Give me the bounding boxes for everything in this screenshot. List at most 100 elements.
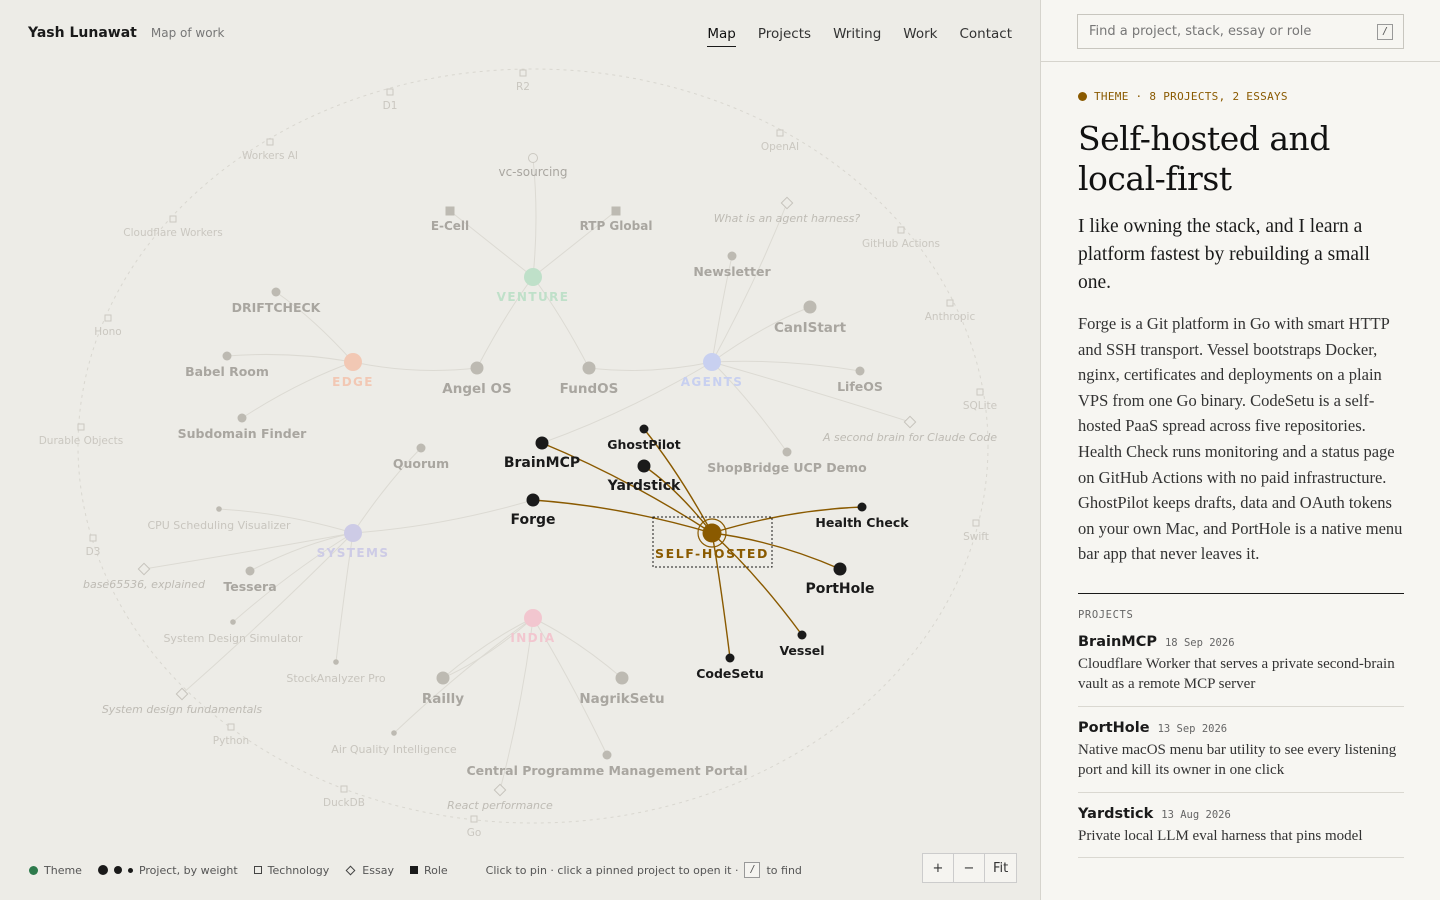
work-graph[interactable]: R2 D1 OpenAI Workers AI GitHub Actions Cloudf… (0, 0, 1040, 900)
project-node[interactable] (333, 659, 339, 665)
project-node[interactable] (416, 443, 426, 453)
project-node[interactable] (391, 730, 397, 736)
theme-node[interactable] (524, 609, 542, 627)
map-legend: Theme Project, by weight Technology Essa… (29, 862, 802, 878)
project-node[interactable] (237, 413, 247, 423)
technology-node[interactable] (776, 129, 784, 137)
zoom-in-button[interactable]: + (923, 854, 954, 882)
essay-node[interactable] (903, 415, 917, 429)
project-node[interactable] (222, 351, 232, 361)
project-label-active: Forge (510, 512, 555, 528)
technology-label: Anthropic (925, 311, 976, 323)
project-node-active[interactable] (833, 562, 847, 576)
project-node[interactable] (230, 619, 236, 625)
graph-edge (442, 617, 534, 679)
technology-node[interactable] (519, 69, 527, 77)
project-node-active[interactable] (535, 436, 549, 450)
theme-node[interactable] (703, 353, 721, 371)
technology-label: R2 (516, 81, 530, 93)
technology-label: D3 (86, 546, 101, 558)
project-node[interactable] (782, 447, 792, 457)
project-node[interactable] (436, 671, 450, 685)
detail-sidebar: / THEME · 8 PROJECTS, 2 ESSAYS Self-host… (1040, 0, 1440, 900)
technology-node[interactable] (340, 785, 348, 793)
theme-label: AGENTS (681, 375, 744, 389)
project-node[interactable] (727, 251, 737, 261)
theme-node-selfhosted[interactable] (702, 523, 722, 543)
essay-label: base65536, explained (83, 578, 206, 591)
project-node-active[interactable] (526, 493, 540, 507)
project-date: 13 Aug 2026 (1161, 808, 1231, 821)
theme-node[interactable] (344, 524, 362, 542)
technology-node[interactable] (972, 519, 980, 527)
zoom-controls: + − Fit (922, 853, 1018, 883)
role-node[interactable] (611, 206, 621, 216)
project-name[interactable]: PortHole (1078, 720, 1150, 736)
project-node[interactable] (602, 750, 612, 760)
technology-node[interactable] (77, 423, 85, 431)
essay-node[interactable] (780, 196, 794, 210)
project-node-active[interactable] (797, 630, 807, 640)
theme-label: VENTURE (497, 290, 570, 304)
project-node[interactable] (615, 671, 629, 685)
project-name[interactable]: BrainMCP (1078, 634, 1157, 650)
project-label: Subdomain Finder (178, 426, 308, 441)
essay-node[interactable] (528, 153, 538, 163)
technology-node[interactable] (946, 299, 954, 307)
technology-node[interactable] (976, 388, 984, 396)
theme-dot-icon (1078, 92, 1087, 101)
theme-description: Forge is a Git platform in Go with smart… (1078, 314, 1403, 564)
theme-node[interactable] (524, 268, 542, 286)
project-node[interactable] (803, 300, 817, 314)
project-label: Railly (422, 691, 464, 707)
brand-name[interactable]: Yash Lunawat (28, 25, 137, 41)
essay-node[interactable] (493, 783, 507, 797)
project-list-item[interactable]: Yardstick 13 Aug 2026 Private local LLM … (1078, 793, 1404, 859)
nav-contact[interactable]: Contact (959, 26, 1012, 47)
project-node[interactable] (216, 506, 222, 512)
technology-node[interactable] (89, 534, 97, 542)
project-list-item[interactable]: PortHole 13 Sep 2026 Native macOS menu b… (1078, 707, 1404, 793)
project-node[interactable] (271, 287, 281, 297)
legend-theme: Theme (29, 864, 82, 877)
projects-heading: PROJECTS (1078, 608, 1134, 621)
project-node-active[interactable] (637, 459, 651, 473)
technology-label: DuckDB (323, 797, 365, 809)
nav-writing[interactable]: Writing (833, 26, 881, 47)
role-node[interactable] (445, 206, 455, 216)
project-node[interactable] (470, 361, 484, 375)
technology-node[interactable] (470, 815, 478, 823)
role-label: E-Cell (431, 219, 469, 233)
zoom-out-button[interactable]: − (954, 854, 985, 882)
nav-map[interactable]: Map (707, 26, 736, 47)
project-label-active: CodeSetu (696, 666, 764, 681)
project-name[interactable]: Yardstick (1078, 806, 1153, 822)
project-label: Angel OS (442, 381, 511, 397)
graph-edge (532, 617, 623, 679)
project-label-active: BrainMCP (504, 455, 580, 471)
project-list-item[interactable]: BrainMCP 18 Sep 2026 Cloudflare Worker t… (1078, 621, 1404, 707)
nav-projects[interactable]: Projects (758, 26, 811, 47)
essay-label: System design fundamentals (102, 703, 263, 716)
project-node-active[interactable] (857, 502, 867, 512)
nav-work[interactable]: Work (903, 26, 937, 47)
project-node-active[interactable] (725, 653, 735, 663)
technology-node[interactable] (386, 88, 394, 96)
technology-node[interactable] (104, 314, 112, 322)
project-label: Tessera (223, 579, 276, 594)
essay-label: What is an agent harness? (714, 212, 861, 225)
project-node-active[interactable] (639, 424, 649, 434)
project-node[interactable] (582, 361, 596, 375)
theme-node[interactable] (344, 353, 362, 371)
fit-button[interactable]: Fit (985, 854, 1016, 882)
technology-node[interactable] (897, 226, 905, 234)
technology-node[interactable] (227, 723, 235, 731)
project-node[interactable] (855, 366, 865, 376)
technology-node[interactable] (169, 215, 177, 223)
search-input[interactable] (1078, 15, 1403, 48)
essay-node[interactable] (137, 562, 151, 576)
technology-node[interactable] (266, 138, 274, 146)
legend-essay: Essay (345, 864, 394, 877)
legend-role-label: Role (423, 863, 448, 877)
project-node[interactable] (245, 566, 255, 576)
